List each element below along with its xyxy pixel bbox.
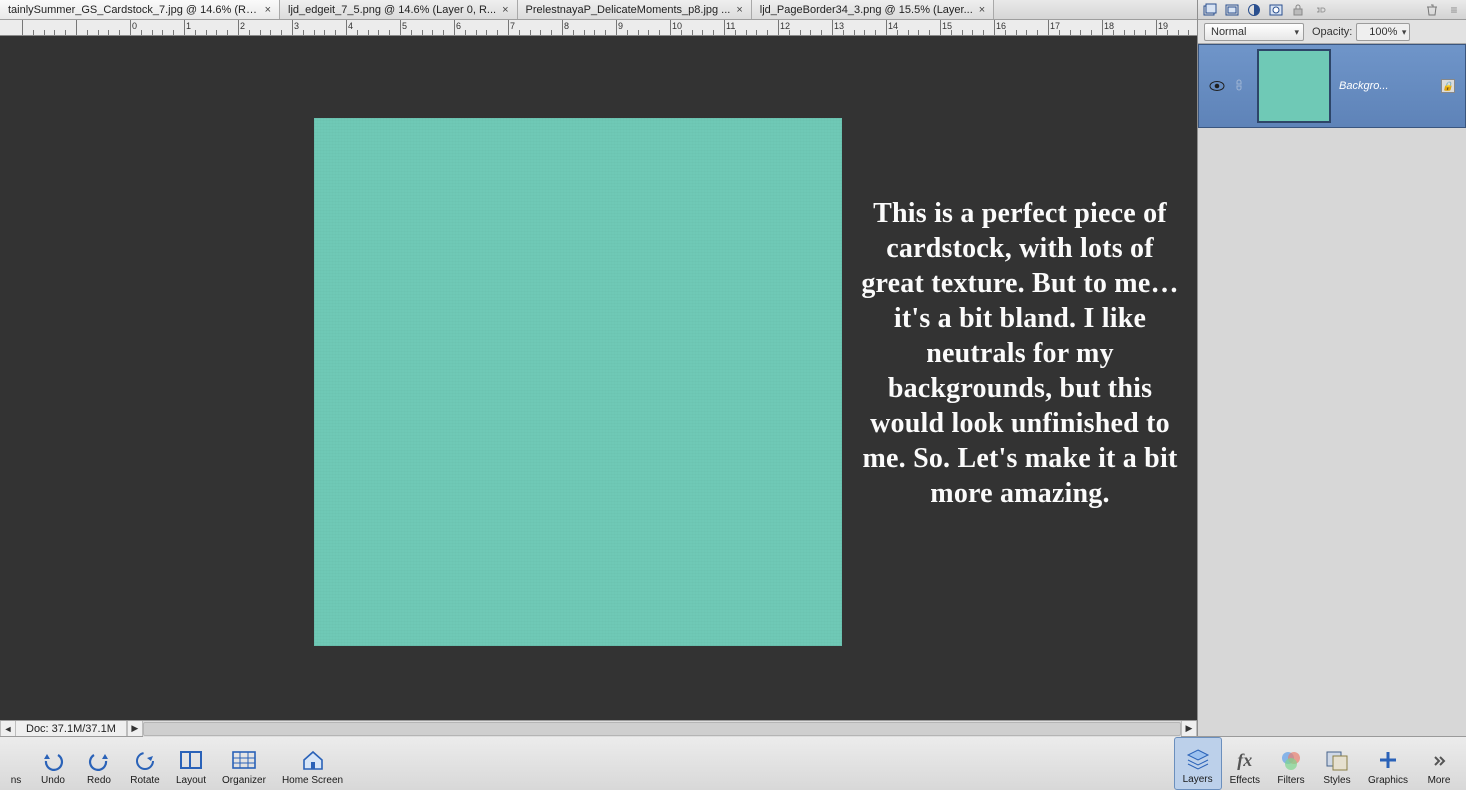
- more-icon: [1426, 747, 1452, 773]
- horizontal-scrollbar[interactable]: [143, 721, 1181, 737]
- filters-icon: [1278, 747, 1304, 773]
- close-icon[interactable]: ×: [979, 4, 985, 16]
- close-icon[interactable]: ×: [502, 4, 508, 16]
- horizontal-ruler: 012345678910111213141516171819202122: [0, 20, 1197, 36]
- rotate-label: Rotate: [130, 775, 159, 786]
- ruler-number: 6: [456, 21, 461, 31]
- layers-icon: [1185, 746, 1211, 772]
- canvas-stage[interactable]: This is a perfect piece of cardstock, wi…: [0, 36, 1197, 720]
- document-tab[interactable]: PrelestnayaP_DelicateMoments_p8.jpg ... ×: [518, 0, 752, 19]
- rotate-button[interactable]: Rotate: [122, 737, 168, 790]
- filters-button[interactable]: Filters: [1268, 737, 1314, 790]
- effects-button[interactable]: fx Effects: [1222, 737, 1268, 790]
- layers-button[interactable]: Layers: [1174, 737, 1222, 790]
- styles-icon: [1324, 747, 1350, 773]
- tab-label: ljd_PageBorder34_3.png @ 15.5% (Layer...: [760, 4, 973, 16]
- homescreen-label: Home Screen: [282, 775, 343, 786]
- cardstock-image: [314, 118, 842, 646]
- ruler-number: 4: [348, 21, 353, 31]
- homescreen-button[interactable]: Home Screen: [274, 737, 351, 790]
- blend-mode-dropdown[interactable]: Normal: [1204, 23, 1304, 41]
- redo-label: Redo: [87, 775, 111, 786]
- undo-button[interactable]: Undo: [30, 737, 76, 790]
- more-label: More: [1428, 775, 1451, 786]
- graphics-label: Graphics: [1368, 775, 1408, 786]
- ruler-number: 8: [564, 21, 569, 31]
- effects-icon: fx: [1232, 747, 1258, 773]
- close-icon[interactable]: ×: [265, 4, 271, 16]
- ruler-number: 2: [240, 21, 245, 31]
- link-icon[interactable]: [1233, 79, 1249, 93]
- tab-label: tainlySummer_GS_Cardstock_7.jpg @ 14.6% …: [8, 4, 259, 16]
- organizer-label: Organizer: [222, 775, 266, 786]
- effects-label: Effects: [1230, 775, 1260, 786]
- ns-button[interactable]: ns: [2, 737, 30, 790]
- document-tab[interactable]: tainlySummer_GS_Cardstock_7.jpg @ 14.6% …: [0, 0, 280, 19]
- ruler-number: 0: [132, 21, 137, 31]
- info-expand-icon[interactable]: ▶: [127, 721, 143, 737]
- document-size-info: Doc: 37.1M/37.1M: [16, 721, 127, 737]
- layers-list: Backgro... 🔒: [1198, 44, 1466, 736]
- tab-label: ljd_edgeit_7_5.png @ 14.6% (Layer 0, R..…: [288, 4, 496, 16]
- new-layer-icon[interactable]: [1202, 2, 1218, 18]
- homescreen-icon: [300, 747, 326, 773]
- tutorial-overlay-text: This is a perfect piece of cardstock, wi…: [860, 196, 1180, 511]
- ns-label: ns: [11, 775, 22, 786]
- layer-name[interactable]: Backgro...: [1339, 80, 1433, 92]
- document-tab[interactable]: ljd_edgeit_7_5.png @ 14.6% (Layer 0, R..…: [280, 0, 518, 19]
- layer-lock-icon[interactable]: 🔒: [1441, 79, 1455, 93]
- ruler-number: 5: [402, 21, 407, 31]
- layers-panel: Normal Opacity: 100% Backgro... 🔒: [1197, 20, 1466, 736]
- ruler-number: 1: [186, 21, 191, 31]
- app-root: tainlySummer_GS_Cardstock_7.jpg @ 14.6% …: [0, 0, 1466, 790]
- opacity-label: Opacity:: [1312, 26, 1352, 38]
- layer-mask-icon[interactable]: [1268, 2, 1284, 18]
- link-layers-icon[interactable]: [1312, 2, 1328, 18]
- graphics-icon: [1375, 747, 1401, 773]
- layers-panel-options: Normal Opacity: 100%: [1198, 20, 1466, 44]
- layout-button[interactable]: Layout: [168, 737, 214, 790]
- scroll-left-arrow-icon[interactable]: ◄: [0, 721, 16, 737]
- scroll-right-arrow-icon[interactable]: ▶: [1181, 721, 1197, 737]
- new-group-icon[interactable]: [1224, 2, 1240, 18]
- panel-menu-icon[interactable]: ≡: [1446, 2, 1462, 18]
- tab-label: PrelestnayaP_DelicateMoments_p8.jpg ...: [526, 4, 731, 16]
- redo-button[interactable]: Redo: [76, 737, 122, 790]
- undo-label: Undo: [41, 775, 65, 786]
- bottom-taskbar: ns Undo Redo Rotate Layout Organizer Home Scre…: [0, 736, 1466, 790]
- document-tab[interactable]: ljd_PageBorder34_3.png @ 15.5% (Layer...…: [752, 0, 994, 19]
- more-button[interactable]: More: [1416, 737, 1462, 790]
- graphics-button[interactable]: Graphics: [1360, 737, 1416, 790]
- adjustment-layer-icon[interactable]: [1246, 2, 1262, 18]
- layout-label: Layout: [176, 775, 206, 786]
- filters-label: Filters: [1277, 775, 1304, 786]
- layer-thumbnail[interactable]: [1257, 49, 1331, 123]
- ruler-number: 9: [618, 21, 623, 31]
- styles-button[interactable]: Styles: [1314, 737, 1360, 790]
- ruler-number: 3: [294, 21, 299, 31]
- layers-panel-toolbar: ≡: [1198, 0, 1466, 20]
- layer-row-background[interactable]: Backgro... 🔒: [1198, 44, 1466, 128]
- layout-icon: [178, 747, 204, 773]
- close-icon[interactable]: ×: [736, 4, 742, 16]
- document-tabs: tainlySummer_GS_Cardstock_7.jpg @ 14.6% …: [0, 0, 1197, 20]
- redo-icon: [86, 747, 112, 773]
- rotate-icon: [132, 747, 158, 773]
- delete-layer-icon[interactable]: [1424, 2, 1440, 18]
- layers-label: Layers: [1183, 774, 1213, 785]
- stage-status-bar: ◄ Doc: 37.1M/37.1M ▶ ▶: [0, 720, 1197, 736]
- visibility-eye-icon[interactable]: [1209, 80, 1225, 92]
- ruler-number: 7: [510, 21, 515, 31]
- organizer-button[interactable]: Organizer: [214, 737, 274, 790]
- organizer-icon: [231, 747, 257, 773]
- lock-layer-icon[interactable]: [1290, 2, 1306, 18]
- styles-label: Styles: [1323, 775, 1350, 786]
- undo-icon: [40, 747, 66, 773]
- opacity-field[interactable]: 100%: [1356, 23, 1410, 41]
